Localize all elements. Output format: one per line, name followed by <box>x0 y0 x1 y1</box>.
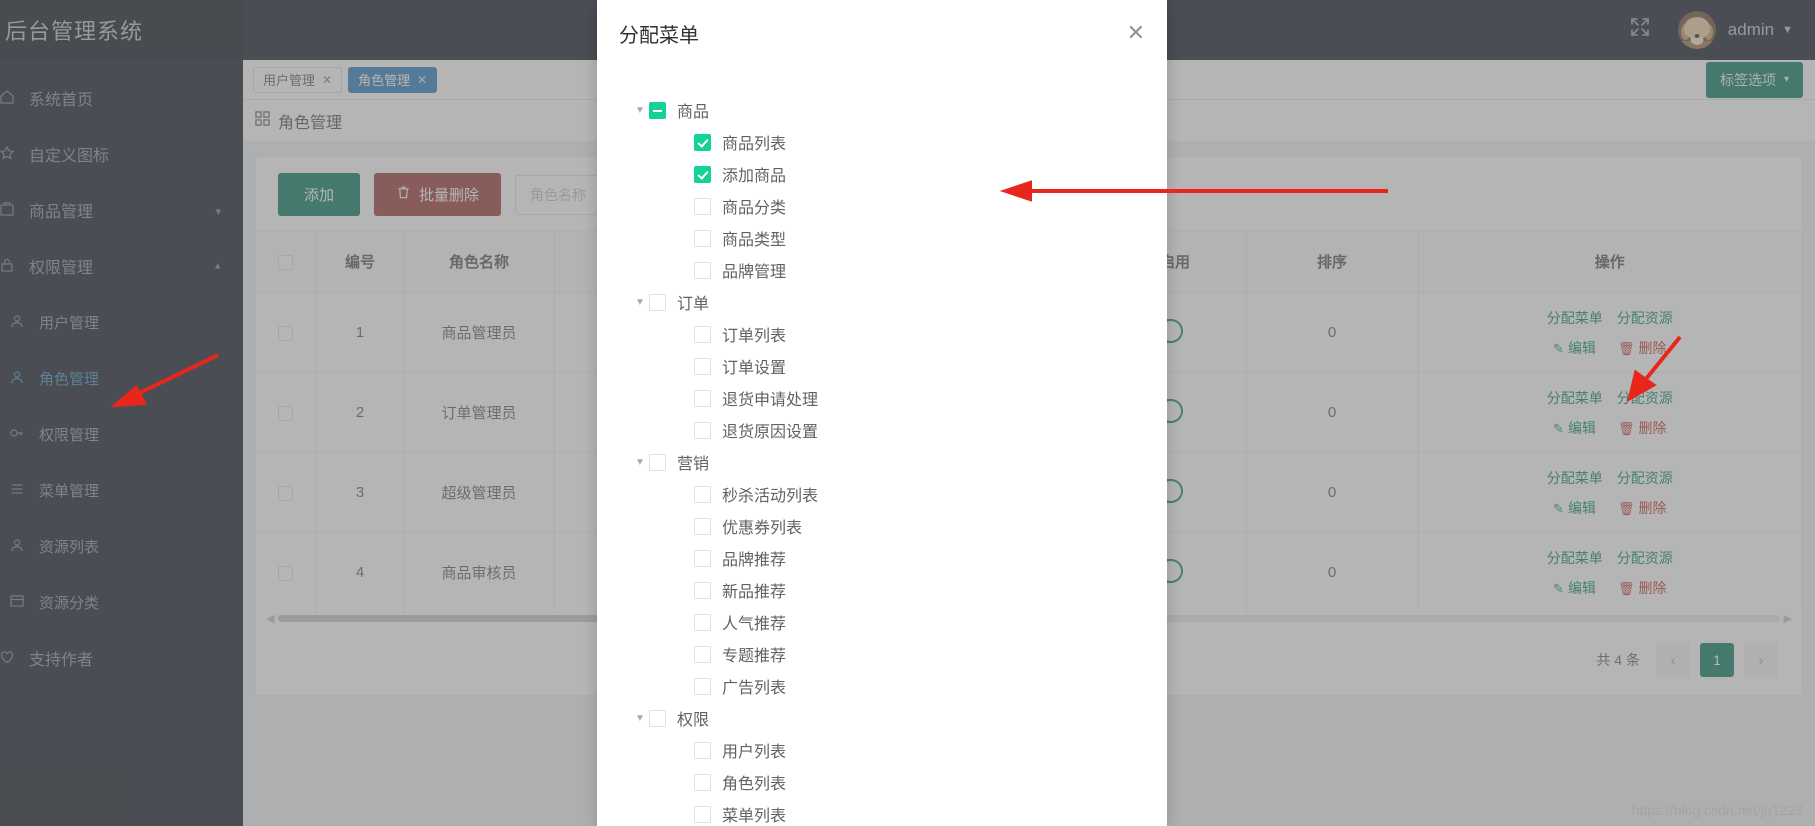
tree-checkbox[interactable] <box>694 229 711 247</box>
chevron-down-icon[interactable]: ▼ <box>631 297 649 308</box>
tree-node-label[interactable]: 退货申请处理 <box>722 386 818 410</box>
tree-checkbox[interactable] <box>694 357 711 375</box>
tree-checkbox[interactable] <box>694 389 711 407</box>
tree-node-19[interactable]: ▼ 权限 <box>631 702 1167 734</box>
tree-node-label[interactable]: 添加商品 <box>722 162 786 186</box>
tree-node-1[interactable]: 商品列表 <box>631 126 1167 158</box>
tree-node-label[interactable]: 菜单列表 <box>722 802 786 826</box>
tree-checkbox[interactable] <box>694 421 711 439</box>
tree-node-12[interactable]: 秒杀活动列表 <box>631 478 1167 510</box>
tree-node-label[interactable]: 专题推荐 <box>722 642 786 666</box>
tree-node-18[interactable]: 广告列表 <box>631 670 1167 702</box>
tree-node-label[interactable]: 广告列表 <box>722 674 786 698</box>
tree-node-label[interactable]: 权限 <box>677 706 709 730</box>
tree-node-label[interactable]: 商品列表 <box>722 130 786 154</box>
tree-checkbox[interactable] <box>649 293 666 311</box>
tree-node-label[interactable]: 订单设置 <box>722 354 786 378</box>
tree-node-20[interactable]: 用户列表 <box>631 734 1167 766</box>
dialog-header: 分配菜单 ✕ <box>597 0 1167 66</box>
tree-checkbox[interactable] <box>694 133 711 151</box>
close-icon[interactable]: ✕ <box>1127 22 1145 44</box>
tree-node-10[interactable]: 退货原因设置 <box>631 414 1167 446</box>
tree-node-label[interactable]: 退货原因设置 <box>722 418 818 442</box>
tree-checkbox[interactable] <box>694 549 711 567</box>
tree-checkbox[interactable] <box>649 101 666 119</box>
tree-node-21[interactable]: 角色列表 <box>631 766 1167 798</box>
app-root: 后台管理系统 系统首页自定义图标商品管理▾权限管理▾用户管理角色管理权限管理菜单… <box>0 0 1815 826</box>
tree-node-label[interactable]: 营销 <box>677 450 709 474</box>
tree-checkbox[interactable] <box>694 581 711 599</box>
tree-checkbox[interactable] <box>694 645 711 663</box>
chevron-down-icon[interactable]: ▼ <box>631 713 649 724</box>
tree-node-label[interactable]: 优惠券列表 <box>722 514 802 538</box>
tree-checkbox[interactable] <box>694 165 711 183</box>
tree-checkbox[interactable] <box>694 613 711 631</box>
tree-node-label[interactable]: 角色列表 <box>722 770 786 794</box>
tree-checkbox[interactable] <box>694 485 711 503</box>
chevron-down-icon[interactable]: ▼ <box>631 457 649 468</box>
tree-node-5[interactable]: 品牌管理 <box>631 254 1167 286</box>
tree-node-label[interactable]: 秒杀活动列表 <box>722 482 818 506</box>
tree-checkbox[interactable] <box>694 517 711 535</box>
tree-node-label[interactable]: 新品推荐 <box>722 578 786 602</box>
tree-node-label[interactable]: 订单 <box>677 290 709 314</box>
tree-checkbox[interactable] <box>694 325 711 343</box>
tree-node-4[interactable]: 商品类型 <box>631 222 1167 254</box>
tree-checkbox[interactable] <box>694 261 711 279</box>
tree-node-6[interactable]: ▼ 订单 <box>631 286 1167 318</box>
tree-node-label[interactable]: 人气推荐 <box>722 610 786 634</box>
tree-node-22[interactable]: 菜单列表 <box>631 798 1167 826</box>
tree-node-11[interactable]: ▼ 营销 <box>631 446 1167 478</box>
tree-checkbox[interactable] <box>694 805 711 823</box>
chevron-down-icon[interactable]: ▼ <box>631 105 649 116</box>
tree-node-label[interactable]: 用户列表 <box>722 738 786 762</box>
tree-node-14[interactable]: 品牌推荐 <box>631 542 1167 574</box>
menu-tree: ▼ 商品 商品列表添加商品商品分类商品类型品牌管理 ▼ 订单 订单列表订单设置退货申请处理… <box>597 66 1167 826</box>
tree-node-7[interactable]: 订单列表 <box>631 318 1167 350</box>
tree-checkbox[interactable] <box>694 773 711 791</box>
tree-node-16[interactable]: 人气推荐 <box>631 606 1167 638</box>
dialog-title: 分配菜单 <box>619 24 699 47</box>
tree-node-15[interactable]: 新品推荐 <box>631 574 1167 606</box>
assign-menu-dialog: 分配菜单 ✕ ▼ 商品 商品列表添加商品商品分类商品类型品牌管理 ▼ 订单 订单列表订单设… <box>597 0 1167 826</box>
tree-node-9[interactable]: 退货申请处理 <box>631 382 1167 414</box>
tree-node-label[interactable]: 订单列表 <box>722 322 786 346</box>
tree-checkbox[interactable] <box>694 197 711 215</box>
tree-node-label[interactable]: 品牌推荐 <box>722 546 786 570</box>
tree-checkbox[interactable] <box>649 709 666 727</box>
tree-checkbox[interactable] <box>649 453 666 471</box>
tree-node-label[interactable]: 品牌管理 <box>722 258 786 282</box>
tree-node-13[interactable]: 优惠券列表 <box>631 510 1167 542</box>
tree-node-label[interactable]: 商品类型 <box>722 226 786 250</box>
tree-checkbox[interactable] <box>694 677 711 695</box>
tree-checkbox[interactable] <box>694 741 711 759</box>
tree-node-label[interactable]: 商品分类 <box>722 194 786 218</box>
tree-node-3[interactable]: 商品分类 <box>631 190 1167 222</box>
tree-node-2[interactable]: 添加商品 <box>631 158 1167 190</box>
tree-node-17[interactable]: 专题推荐 <box>631 638 1167 670</box>
tree-node-0[interactable]: ▼ 商品 <box>631 94 1167 126</box>
tree-node-8[interactable]: 订单设置 <box>631 350 1167 382</box>
tree-node-label[interactable]: 商品 <box>677 98 709 122</box>
